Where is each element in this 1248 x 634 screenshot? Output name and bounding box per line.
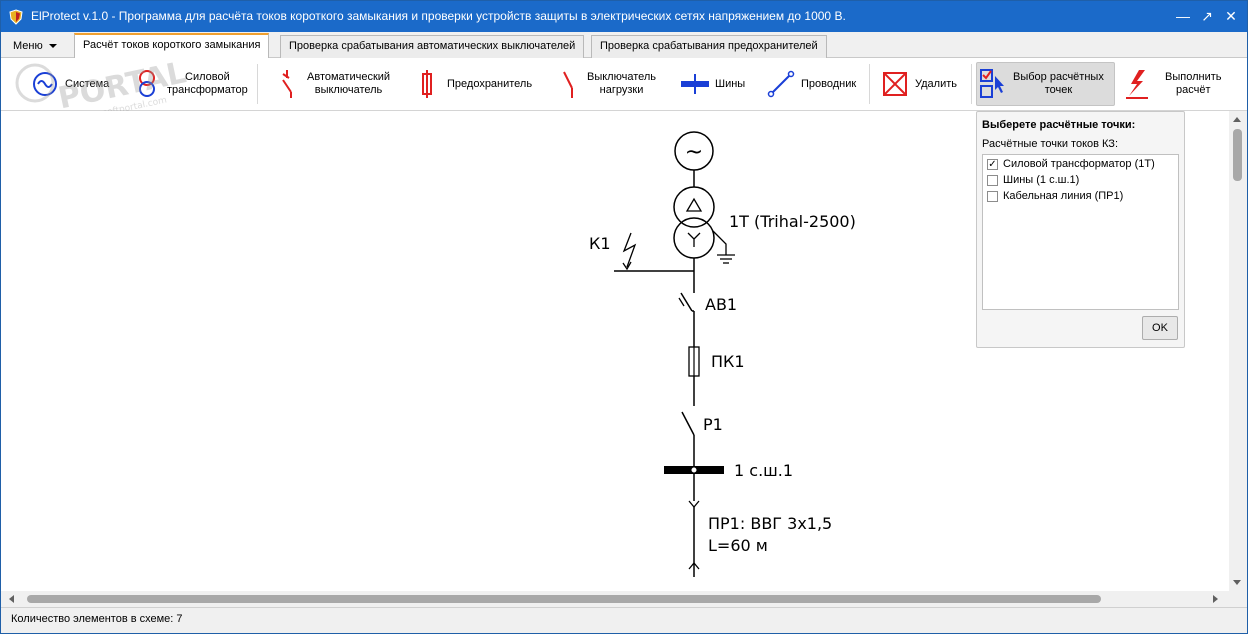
switch-diagram-label: Р1 bbox=[703, 415, 723, 434]
calc-points-panel: Выберете расчётные точки: Расчётные точк… bbox=[976, 111, 1185, 348]
load-switch-icon bbox=[551, 68, 583, 100]
system-source-symbol[interactable]: ~ bbox=[674, 131, 714, 171]
select-points-label: Выбор расчётных точек bbox=[1013, 71, 1104, 96]
run-calculation-button[interactable]: Выполнить расчёт bbox=[1121, 62, 1221, 106]
ribbon-separator bbox=[971, 64, 972, 104]
breaker-diagram-label: АВ1 bbox=[705, 295, 738, 314]
app-shield-icon bbox=[9, 9, 23, 25]
conductor-label: Проводник bbox=[801, 77, 857, 90]
transformer-diagram-label: 1Т (Trihal-2500) bbox=[729, 212, 856, 231]
busbar-symbol[interactable] bbox=[664, 466, 724, 474]
fuse-button[interactable]: Предохранитель bbox=[411, 62, 532, 106]
chevron-down-icon bbox=[48, 44, 57, 49]
list-item[interactable]: ✓ Силовой трансформатор (1Т) bbox=[987, 156, 1155, 172]
busbars-button[interactable]: Шины bbox=[679, 62, 745, 106]
checkbox-transformer[interactable]: ✓ bbox=[987, 158, 998, 170]
load-switch-label: Выключатель нагрузки bbox=[587, 71, 657, 96]
vertical-scrollbar[interactable] bbox=[1229, 111, 1247, 591]
conductor-button[interactable]: Проводник bbox=[765, 62, 856, 106]
menu-label: Меню bbox=[13, 40, 43, 52]
bus-diagram-label: 1 с.ш.1 bbox=[734, 461, 794, 480]
fuse-symbol-pk1[interactable] bbox=[688, 346, 700, 377]
scroll-right-arrow-icon[interactable] bbox=[1213, 595, 1218, 603]
list-item-label: Шины (1 с.ш.1) bbox=[1003, 174, 1080, 186]
status-text: Количество элементов в схеме: 7 bbox=[11, 613, 183, 625]
horizontal-scroll-thumb[interactable] bbox=[27, 595, 1101, 603]
load-switch-symbol-p1[interactable] bbox=[681, 411, 695, 436]
tab-fuse-check[interactable]: Проверка срабатывания предохранителей bbox=[591, 35, 827, 58]
app-window: ElProtect v.1.0 - Программа для расчёта … bbox=[0, 0, 1248, 634]
source-symbol-text: ~ bbox=[685, 140, 703, 165]
transformer-symbol[interactable] bbox=[673, 186, 735, 264]
list-item-label: Силовой трансформатор (1Т) bbox=[1003, 158, 1155, 170]
fuse-label: Предохранитель bbox=[447, 77, 533, 90]
scroll-left-arrow-icon[interactable] bbox=[9, 595, 14, 603]
select-points-button[interactable]: Выбор расчётных точек bbox=[976, 62, 1115, 106]
title-bar[interactable]: ElProtect v.1.0 - Программа для расчёта … bbox=[1, 1, 1247, 32]
run-calculation-label: Выполнить расчёт bbox=[1165, 71, 1222, 96]
checkbox-busbars[interactable] bbox=[987, 174, 998, 186]
busbars-icon bbox=[679, 68, 711, 100]
checkbox-cable[interactable] bbox=[987, 190, 998, 202]
delete-icon bbox=[879, 68, 911, 100]
softportal-watermark: PORTAL www.softportal.com bbox=[15, 55, 189, 113]
scroll-down-arrow-icon[interactable] bbox=[1233, 580, 1241, 585]
horizontal-scrollbar[interactable] bbox=[1, 591, 1229, 607]
list-item[interactable]: Шины (1 с.ш.1) bbox=[987, 172, 1079, 188]
list-item[interactable]: Кабельная линия (ПР1) bbox=[987, 188, 1123, 204]
breaker-symbol-av1[interactable] bbox=[678, 292, 694, 312]
busbars-label: Шины bbox=[715, 77, 746, 90]
fuse-diagram-label: ПК1 bbox=[711, 352, 745, 371]
fuse-icon bbox=[411, 68, 443, 100]
minimize-button[interactable]: — bbox=[1173, 6, 1193, 26]
delete-label: Удалить bbox=[915, 77, 957, 90]
list-item-label: Кабельная линия (ПР1) bbox=[1003, 190, 1124, 202]
cable-diagram-label-line1: ПР1: ВВГ 3х1,5 bbox=[708, 514, 833, 533]
maximize-button[interactable]: ↗ bbox=[1197, 6, 1217, 26]
cable-symbol-pr1[interactable] bbox=[688, 500, 700, 577]
tab-breaker-check[interactable]: Проверка срабатывания автоматических вык… bbox=[280, 35, 585, 58]
breaker-icon bbox=[271, 68, 303, 100]
fault-diagram-label: К1 bbox=[589, 234, 611, 253]
delete-button[interactable]: Удалить bbox=[879, 62, 957, 106]
status-bar: Количество элементов в схеме: 7 bbox=[1, 607, 1247, 633]
breaker-label: Автоматический выключатель bbox=[307, 71, 391, 96]
scroll-up-arrow-icon[interactable] bbox=[1233, 117, 1241, 122]
ribbon-separator bbox=[257, 64, 258, 104]
cable-diagram-label-line2: L=60 м bbox=[708, 536, 768, 555]
conductor-icon bbox=[765, 68, 797, 100]
window-title: ElProtect v.1.0 - Программа для расчёта … bbox=[31, 9, 846, 23]
breaker-button[interactable]: Автоматический выключатель bbox=[271, 62, 390, 106]
lightning-icon bbox=[1121, 68, 1153, 100]
close-button[interactable]: ✕ bbox=[1221, 6, 1241, 26]
fault-point-k1[interactable] bbox=[614, 232, 694, 272]
load-switch-button[interactable]: Выключатель нагрузки bbox=[551, 62, 656, 106]
vertical-scroll-thumb[interactable] bbox=[1233, 129, 1242, 181]
select-points-icon bbox=[977, 68, 1009, 100]
ribbon-separator bbox=[869, 64, 870, 104]
calc-points-list: ✓ Силовой трансформатор (1Т) Шины (1 с.ш… bbox=[982, 154, 1179, 310]
ok-button[interactable]: OK bbox=[1142, 316, 1178, 340]
panel-title: Выберете расчётные точки: bbox=[982, 119, 1136, 131]
panel-subtitle: Расчётные точки токов КЗ: bbox=[982, 138, 1119, 150]
